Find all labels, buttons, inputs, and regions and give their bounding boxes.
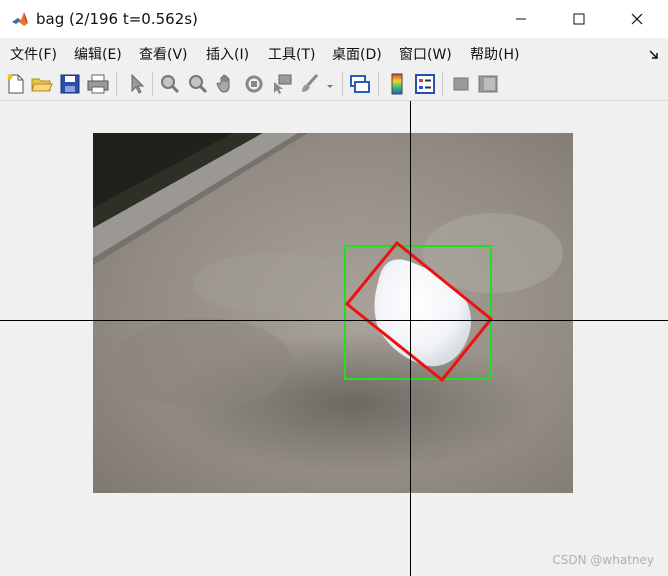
minimize-icon <box>515 10 527 29</box>
toolbar-separator <box>152 72 153 96</box>
toolbar-separator <box>342 72 343 96</box>
toolbar-separator <box>378 72 379 96</box>
data-cursor-icon[interactable] <box>270 72 294 96</box>
show-plot-tools-icon[interactable] <box>476 72 500 96</box>
toolbar-separator <box>442 72 443 96</box>
edit-plot-icon[interactable] <box>124 72 148 96</box>
close-icon <box>631 10 643 29</box>
hide-plot-tools-icon[interactable] <box>449 72 473 96</box>
toolbar-separator <box>116 72 117 96</box>
maximize-button[interactable] <box>550 0 608 38</box>
minimize-button[interactable] <box>492 0 550 38</box>
close-button[interactable] <box>608 0 666 38</box>
open-file-icon[interactable] <box>30 72 54 96</box>
tracking-frame-image <box>93 133 573 493</box>
new-figure-icon[interactable] <box>4 72 28 96</box>
link-plot-icon[interactable] <box>348 72 372 96</box>
menu-window[interactable]: 窗口(W) <box>399 44 452 64</box>
dock-arrow-icon[interactable] <box>648 46 660 59</box>
save-icon[interactable] <box>58 72 82 96</box>
frame-photo <box>93 133 573 493</box>
crosshair-vertical <box>410 101 411 576</box>
figure-toolbar <box>0 68 668 101</box>
colorbar-icon[interactable] <box>385 72 409 96</box>
matlab-logo-icon <box>10 9 30 29</box>
legend-icon[interactable] <box>413 72 437 96</box>
print-icon[interactable] <box>86 72 110 96</box>
maximize-icon <box>573 10 585 29</box>
zoom-in-icon[interactable] <box>158 72 182 96</box>
menu-bar: 文件(F) 编辑(E) 查看(V) 插入(I) 工具(T) 桌面(D) 窗口(W… <box>0 38 668 68</box>
title-bar: bag (2/196 t=0.562s) <box>0 0 668 38</box>
zoom-out-icon[interactable] <box>186 72 210 96</box>
window-title: bag (2/196 t=0.562s) <box>36 10 198 28</box>
menu-help[interactable]: 帮助(H) <box>470 44 519 64</box>
pan-icon[interactable] <box>214 72 238 96</box>
menu-tools[interactable]: 工具(T) <box>268 44 315 64</box>
watermark: CSDN @whatney <box>552 553 654 567</box>
brush-icon[interactable] <box>298 72 322 96</box>
menu-view[interactable]: 查看(V) <box>139 44 188 64</box>
crosshair-horizontal <box>0 320 668 321</box>
menu-insert[interactable]: 插入(I) <box>206 44 249 64</box>
menu-desktop[interactable]: 桌面(D) <box>332 44 382 64</box>
rotate-3d-icon[interactable] <box>242 72 266 96</box>
menu-file[interactable]: 文件(F) <box>10 44 57 64</box>
menu-edit[interactable]: 编辑(E) <box>74 44 122 64</box>
brush-dropdown-icon[interactable] <box>324 72 336 96</box>
